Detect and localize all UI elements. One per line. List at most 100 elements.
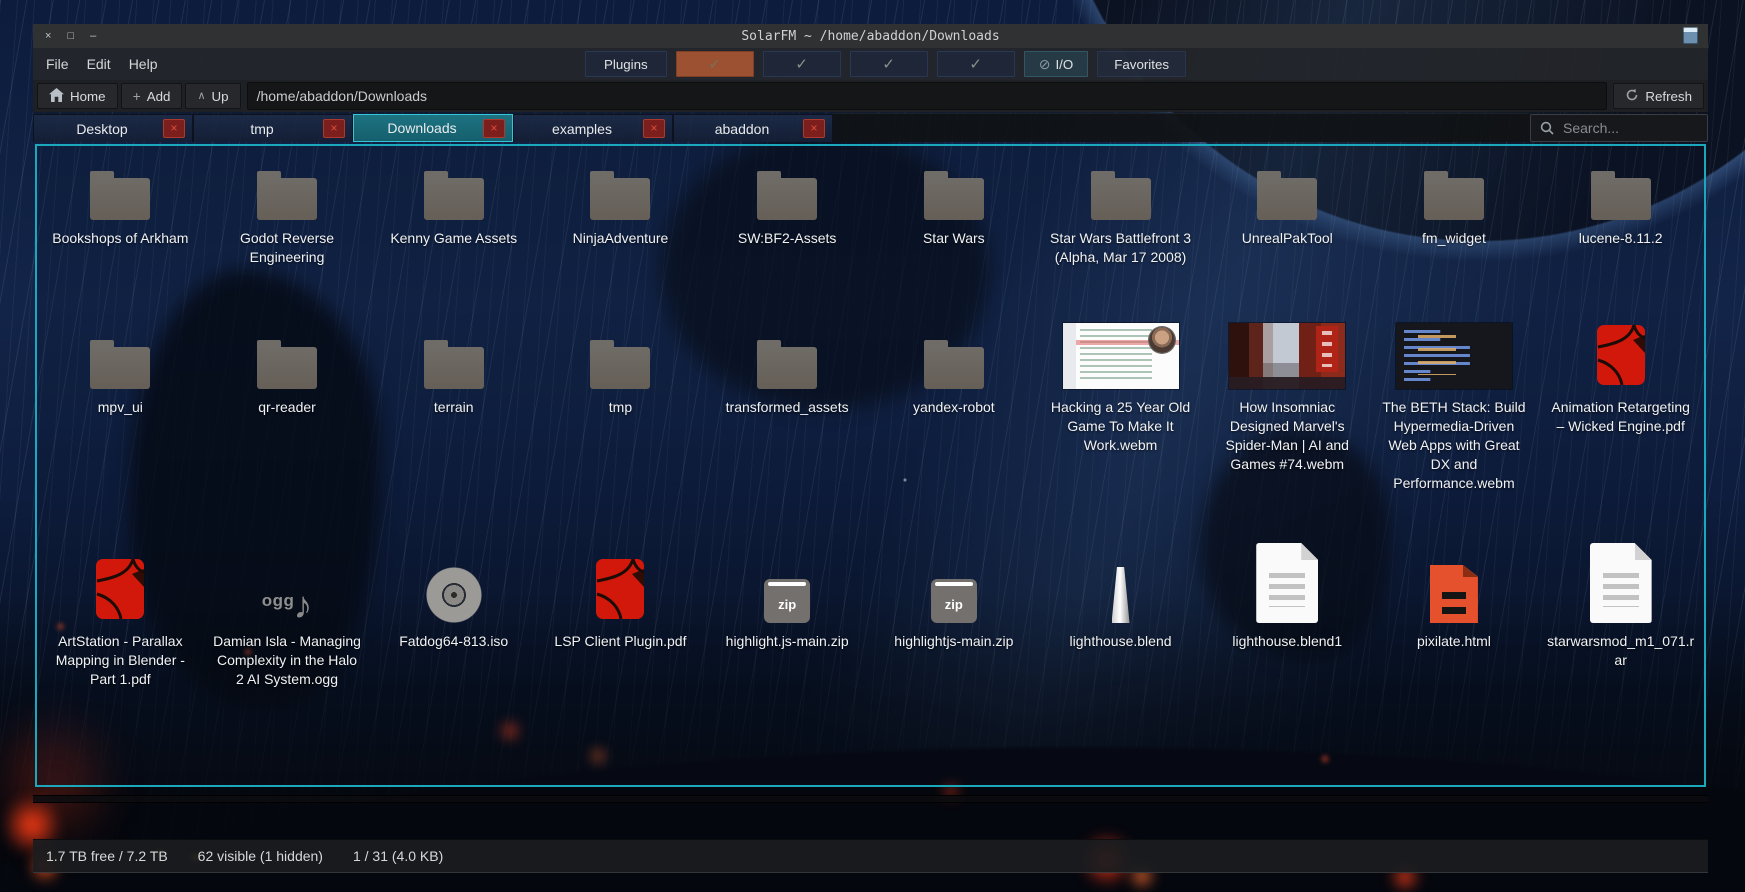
file-name: Godot Reverse Engineering xyxy=(212,229,362,267)
file-item[interactable]: ogg♪ Damian Isla - Managing Complexity in… xyxy=(212,531,362,689)
file-item[interactable]: How Insomniac Designed Marvel's Spider-M… xyxy=(1212,321,1362,493)
io-button[interactable]: ⊘I/O xyxy=(1024,51,1089,77)
favorites-button[interactable]: Favorites xyxy=(1097,51,1186,77)
file-icon-box: zip xyxy=(931,531,977,623)
file-item[interactable]: qr-reader xyxy=(257,321,317,493)
toggle-button-1[interactable]: ✓ xyxy=(676,51,754,77)
tab-label: Downloads xyxy=(361,120,483,136)
file-item[interactable]: Kenny Game Assets xyxy=(390,166,517,267)
file-item[interactable]: terrain xyxy=(424,321,484,493)
file-item[interactable]: Fatdog64-813.iso xyxy=(399,531,508,689)
check-icon: ✓ xyxy=(882,55,895,73)
status-bar: 1.7 TB free / 7.2 TB 62 visible (1 hidde… xyxy=(33,839,1708,873)
file-icon-box xyxy=(595,531,645,623)
zip-icon-label: zip xyxy=(778,597,796,612)
file-item[interactable]: Animation Retargeting – Wicked Engine.pd… xyxy=(1546,321,1696,493)
file-name: LSP Client Plugin.pdf xyxy=(554,632,686,651)
file-item[interactable]: yandex-robot xyxy=(913,321,995,493)
toolbar: Home + Add ∧ Up /home/abaddon/Downloads … xyxy=(33,80,1708,112)
tab-tmp[interactable]: tmp× xyxy=(193,114,353,142)
file-item[interactable]: transformed_assets xyxy=(726,321,849,493)
file-item[interactable]: mpv_ui xyxy=(90,321,150,493)
file-item[interactable]: lighthouse.blend xyxy=(1070,531,1172,689)
file-name: highlight.js-main.zip xyxy=(726,632,849,651)
file-row: Bookshops of Arkham Godot Reverse Enginee… xyxy=(37,166,1704,267)
folder-icon xyxy=(424,347,484,389)
file-item[interactable]: The BETH Stack: Build Hypermedia-Driven … xyxy=(1379,321,1529,493)
menu-edit[interactable]: Edit xyxy=(78,56,120,72)
file-icon-box xyxy=(257,166,317,220)
path-input[interactable]: /home/abaddon/Downloads xyxy=(247,82,1608,110)
doc-icon xyxy=(1590,543,1652,623)
tab-examples[interactable]: examples× xyxy=(513,114,673,142)
menu-file[interactable]: File xyxy=(37,56,78,72)
file-name: Damian Isla - Managing Complexity in the… xyxy=(212,632,362,689)
close-tab-icon[interactable]: × xyxy=(803,119,825,138)
window-controls: × □ – xyxy=(33,31,96,42)
file-item[interactable]: zip highlight.js-main.zip xyxy=(726,531,849,689)
file-name: transformed_assets xyxy=(726,398,849,417)
add-tab-button[interactable]: + Add xyxy=(121,83,183,109)
file-item[interactable]: ziphighlightjs-main.zip xyxy=(894,531,1013,689)
close-tab-icon[interactable]: × xyxy=(643,119,665,138)
search-input[interactable] xyxy=(1561,119,1698,137)
file-item[interactable]: Godot Reverse Engineering xyxy=(212,166,362,267)
close-window-icon[interactable]: × xyxy=(45,31,51,42)
file-item[interactable]: ArtStation - Parallax Mapping in Blender… xyxy=(45,531,195,689)
file-item[interactable]: SW:BF2-Assets xyxy=(738,166,837,267)
file-icon-box xyxy=(257,321,317,389)
folder-icon xyxy=(90,347,150,389)
menu-help[interactable]: Help xyxy=(120,56,167,72)
file-name: fm_widget xyxy=(1422,229,1486,248)
window-title: SolarFM ~ /home/abaddon/Downloads xyxy=(33,29,1708,44)
file-icon-box xyxy=(1424,166,1484,220)
minimize-window-icon[interactable]: – xyxy=(90,31,96,42)
toggle-button-3[interactable]: ✓ xyxy=(850,51,928,77)
search-box xyxy=(1530,114,1708,142)
refresh-button[interactable]: Refresh xyxy=(1613,83,1704,109)
toggle-button-4[interactable]: ✓ xyxy=(937,51,1015,77)
file-icon-box xyxy=(1396,321,1512,389)
file-item[interactable]: lucene-8.11.2 xyxy=(1579,166,1663,267)
file-icon-box xyxy=(1596,321,1646,389)
file-icon-box: ogg♪ xyxy=(262,531,313,623)
file-name: qr-reader xyxy=(258,398,316,417)
video-code-light-icon xyxy=(1063,323,1179,389)
close-tab-icon[interactable]: × xyxy=(483,119,505,138)
close-tab-icon[interactable]: × xyxy=(163,119,185,138)
file-item[interactable]: fm_widget xyxy=(1422,166,1486,267)
file-icon-box xyxy=(1590,531,1652,623)
toggle-button-2[interactable]: ✓ xyxy=(763,51,841,77)
file-icon-box xyxy=(1229,321,1345,389)
file-icon-box xyxy=(1112,531,1130,623)
file-item[interactable]: Star Wars Battlefront 3 (Alpha, Mar 17 2… xyxy=(1046,166,1196,267)
file-grid[interactable]: Bookshops of Arkham Godot Reverse Enginee… xyxy=(35,144,1706,787)
file-item[interactable]: UnrealPakTool xyxy=(1242,166,1333,267)
file-item[interactable]: Bookshops of Arkham xyxy=(52,166,188,267)
file-item[interactable]: starwarsmod_m1_071.rar xyxy=(1546,531,1696,689)
solarfm-window: × □ – SolarFM ~ /home/abaddon/Downloads Fi… xyxy=(33,24,1708,876)
file-item[interactable]: Star Wars xyxy=(923,166,985,267)
plugins-button[interactable]: Plugins xyxy=(585,51,667,77)
zip-icon-label: zip xyxy=(945,597,963,612)
up-directory-button[interactable]: ∧ Up xyxy=(185,83,240,109)
file-item[interactable]: NinjaAdventure xyxy=(573,166,669,267)
tab-desktop[interactable]: Desktop× xyxy=(33,114,193,142)
close-tab-icon[interactable]: × xyxy=(323,119,345,138)
maximize-window-icon[interactable]: □ xyxy=(67,31,74,42)
file-name: lighthouse.blend1 xyxy=(1232,632,1342,651)
file-name: Fatdog64-813.iso xyxy=(399,632,508,651)
tab-label: abaddon xyxy=(681,121,803,137)
horizontal-scrollbar[interactable] xyxy=(33,795,1708,803)
file-item[interactable]: tmp xyxy=(590,321,650,493)
folder-icon xyxy=(424,178,484,220)
file-item[interactable]: pixilate.html xyxy=(1417,531,1491,689)
file-name: tmp xyxy=(609,398,632,417)
tab-abaddon[interactable]: abaddon× xyxy=(673,114,833,142)
file-icon-box xyxy=(424,321,484,389)
file-item[interactable]: Hacking a 25 Year Old Game To Make It Wo… xyxy=(1046,321,1196,493)
home-button[interactable]: Home xyxy=(37,83,118,109)
file-item[interactable]: LSP Client Plugin.pdf xyxy=(554,531,686,689)
file-item[interactable]: lighthouse.blend1 xyxy=(1232,531,1342,689)
tab-downloads[interactable]: Downloads× xyxy=(353,114,513,142)
